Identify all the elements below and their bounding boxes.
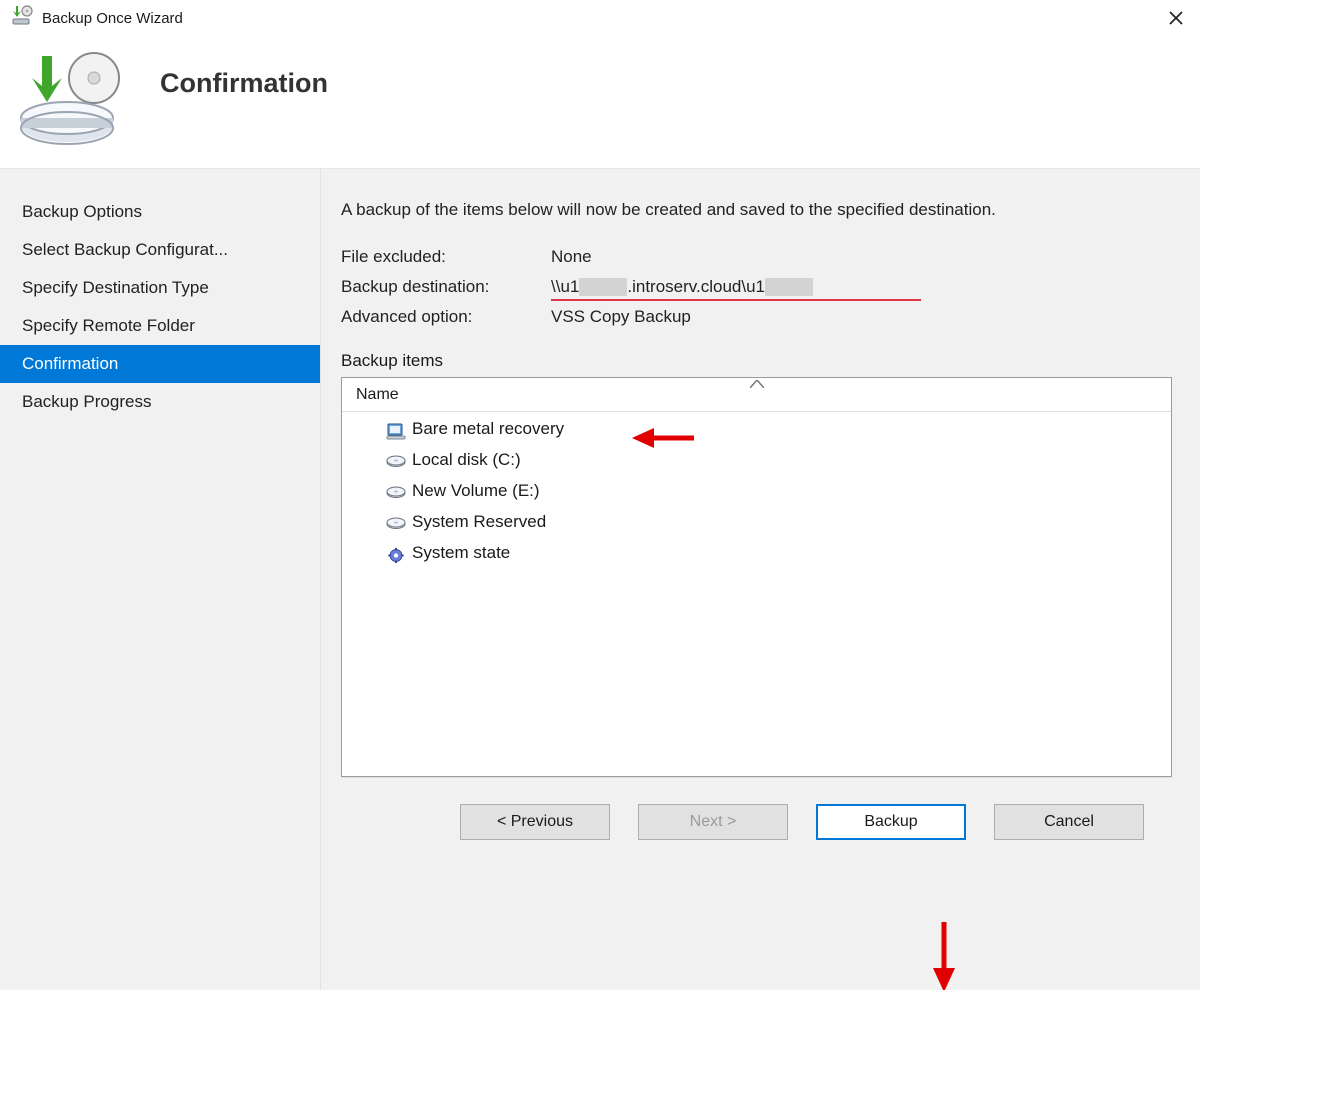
app-icon: [10, 4, 34, 32]
page-title: Confirmation: [160, 68, 328, 99]
redacted-segment: [579, 278, 627, 296]
backup-items-list[interactable]: Name Bare metal recovery: [341, 377, 1172, 777]
list-item-label: Local disk (C:): [412, 446, 521, 475]
list-item[interactable]: Local disk (C:): [342, 445, 1171, 476]
sort-caret-icon: [750, 380, 764, 388]
redacted-segment: [765, 278, 813, 296]
sidebar-item-backup-progress[interactable]: Backup Progress: [0, 383, 320, 421]
sidebar-item-select-backup-config[interactable]: Select Backup Configurat...: [0, 231, 320, 269]
cancel-button[interactable]: Cancel: [994, 804, 1144, 840]
backup-button[interactable]: Backup: [816, 804, 966, 840]
page-header: Confirmation: [0, 36, 1200, 168]
backup-destination-label: Backup destination:: [341, 277, 551, 297]
list-item[interactable]: System Reserved: [342, 507, 1171, 538]
list-item-label: New Volume (E:): [412, 477, 540, 506]
annotation-underline: [551, 299, 921, 301]
wizard-steps-sidebar: Backup Options Select Backup Configurat.…: [0, 169, 320, 990]
page-icon: [12, 48, 132, 138]
advanced-option-label: Advanced option:: [341, 307, 551, 327]
sidebar-item-backup-options[interactable]: Backup Options: [0, 193, 320, 231]
list-item[interactable]: Bare metal recovery: [342, 414, 1171, 445]
disk-icon: [386, 483, 406, 500]
main-panel: A backup of the items below will now be …: [320, 169, 1200, 990]
backup-destination-row: Backup destination: \\u1.introserv.cloud…: [341, 277, 1172, 297]
annotation-arrow-icon: [928, 922, 960, 990]
list-item[interactable]: New Volume (E:): [342, 476, 1171, 507]
instructions-text: A backup of the items below will now be …: [341, 197, 1172, 223]
file-excluded-label: File excluded:: [341, 247, 551, 267]
computer-icon: [386, 421, 406, 438]
advanced-option-row: Advanced option: VSS Copy Backup: [341, 307, 1172, 327]
list-rows: Bare metal recovery Local disk (C:) New …: [342, 412, 1171, 570]
file-excluded-value: None: [551, 247, 1172, 267]
disk-icon: [386, 452, 406, 469]
gear-icon: [386, 545, 406, 562]
next-button: Next >: [638, 804, 788, 840]
disk-icon: [386, 514, 406, 531]
list-item-label: System Reserved: [412, 508, 546, 537]
list-item-label: System state: [412, 539, 510, 568]
body: Backup Options Select Backup Configurat.…: [0, 168, 1200, 990]
list-item[interactable]: System state: [342, 538, 1171, 569]
titlebar: Backup Once Wizard: [0, 0, 1200, 36]
file-excluded-row: File excluded: None: [341, 247, 1172, 267]
wizard-window: Backup Once Wizard Confirmation: [0, 0, 1200, 990]
list-item-label: Bare metal recovery: [412, 415, 564, 444]
window-title: Backup Once Wizard: [42, 10, 183, 27]
sidebar-item-confirmation[interactable]: Confirmation: [0, 345, 320, 383]
advanced-option-value: VSS Copy Backup: [551, 307, 1172, 327]
backup-items-label: Backup items: [341, 351, 1172, 371]
sidebar-item-specify-remote-folder[interactable]: Specify Remote Folder: [0, 307, 320, 345]
close-button[interactable]: [1162, 4, 1190, 32]
sidebar-item-specify-destination-type[interactable]: Specify Destination Type: [0, 269, 320, 307]
close-icon: [1168, 10, 1184, 26]
column-header-name[interactable]: Name: [342, 378, 1171, 412]
footer: < Previous Next > Backup Cancel: [341, 777, 1172, 865]
previous-button[interactable]: < Previous: [460, 804, 610, 840]
backup-destination-value: \\u1.introserv.cloud\u1: [551, 277, 921, 297]
